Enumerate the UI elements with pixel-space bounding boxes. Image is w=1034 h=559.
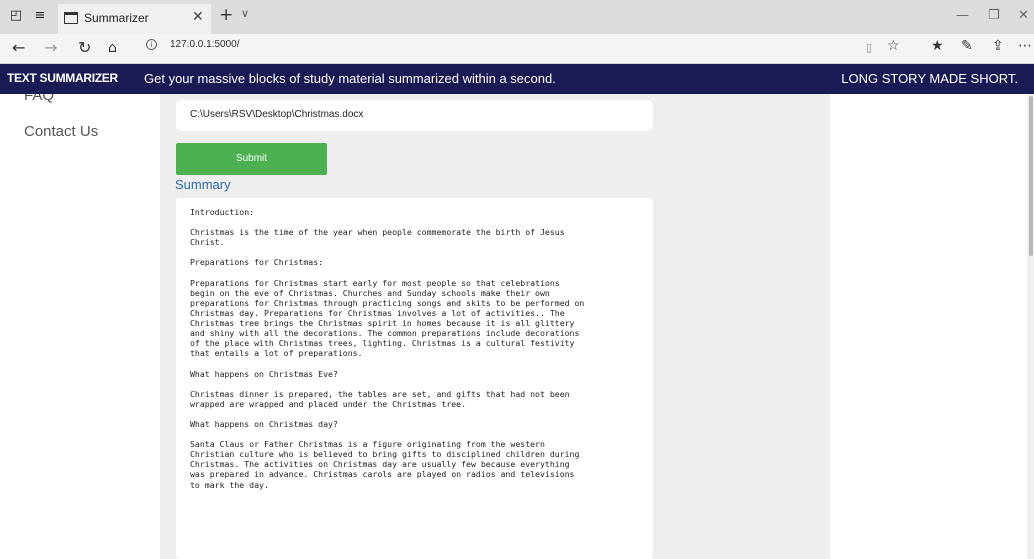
summary-output[interactable]: Introduction: Christmas is the time of t… bbox=[176, 198, 653, 559]
summary-heading: Summary bbox=[175, 177, 231, 192]
url-field[interactable]: i 127.0.0.1:5000/ bbox=[138, 37, 858, 59]
refresh-icon[interactable]: ↻ bbox=[78, 38, 91, 57]
summary-text: Introduction: Christmas is the time of t… bbox=[190, 207, 585, 490]
tagline: Get your massive blocks of study materia… bbox=[144, 71, 556, 86]
brand-title[interactable]: TEXT SUMMARIZER bbox=[7, 71, 118, 85]
app-header: TEXT SUMMARIZER Get your massive blocks … bbox=[0, 64, 1034, 94]
browser-tab[interactable]: Summarizer ✕ bbox=[58, 4, 211, 34]
tab-list-icon[interactable]: ≡ bbox=[32, 8, 48, 24]
close-icon[interactable]: ✕ bbox=[192, 9, 204, 25]
info-icon[interactable]: i bbox=[146, 39, 157, 50]
forward-icon[interactable]: → bbox=[44, 38, 57, 57]
scrollbar-thumb[interactable] bbox=[1029, 96, 1033, 256]
new-tab-icon[interactable]: + bbox=[219, 5, 233, 25]
submit-button[interactable]: Submit bbox=[176, 143, 327, 175]
browser-titlebar: ◰ ≡ Summarizer ✕ + ∨ — ❐ ✕ bbox=[0, 0, 1034, 34]
favorite-star-icon[interactable]: ☆ bbox=[887, 38, 900, 54]
motto: LONG STORY MADE SHORT. bbox=[841, 71, 1018, 86]
file-path-field[interactable]: C:\Users\RSV\Desktop\Christmas.docx bbox=[176, 100, 653, 131]
tab-title: Summarizer bbox=[84, 11, 149, 25]
set-aside-tabs-icon[interactable]: ◰ bbox=[8, 8, 24, 24]
restore-icon[interactable]: ❐ bbox=[988, 8, 1000, 23]
sidebar: FAQ Contact Us bbox=[0, 94, 160, 559]
favorites-icon[interactable]: ★ bbox=[931, 38, 944, 54]
file-path-text: C:\Users\RSV\Desktop\Christmas.docx bbox=[190, 109, 364, 120]
home-icon[interactable]: ⌂ bbox=[108, 40, 117, 56]
more-icon[interactable]: ⋯ bbox=[1018, 38, 1032, 54]
chevron-down-icon[interactable]: ∨ bbox=[241, 7, 249, 20]
tab-page-icon bbox=[64, 12, 78, 24]
address-bar: ← → ↻ ⌂ i 127.0.0.1:5000/ ▯ ☆ ★ ✎ ⇪ ⋯ bbox=[0, 34, 1034, 64]
sidebar-item-faq[interactable]: FAQ bbox=[24, 94, 54, 104]
reading-view-icon[interactable]: ▯ bbox=[866, 41, 872, 54]
url-text: 127.0.0.1:5000/ bbox=[170, 39, 240, 50]
minimize-icon[interactable]: — bbox=[956, 8, 969, 23]
sidebar-item-contact-us[interactable]: Contact Us bbox=[24, 123, 98, 140]
share-icon[interactable]: ⇪ bbox=[992, 38, 1004, 54]
window-close-icon[interactable]: ✕ bbox=[1018, 8, 1029, 23]
back-icon[interactable]: ← bbox=[12, 38, 25, 57]
pen-icon[interactable]: ✎ bbox=[961, 38, 973, 54]
